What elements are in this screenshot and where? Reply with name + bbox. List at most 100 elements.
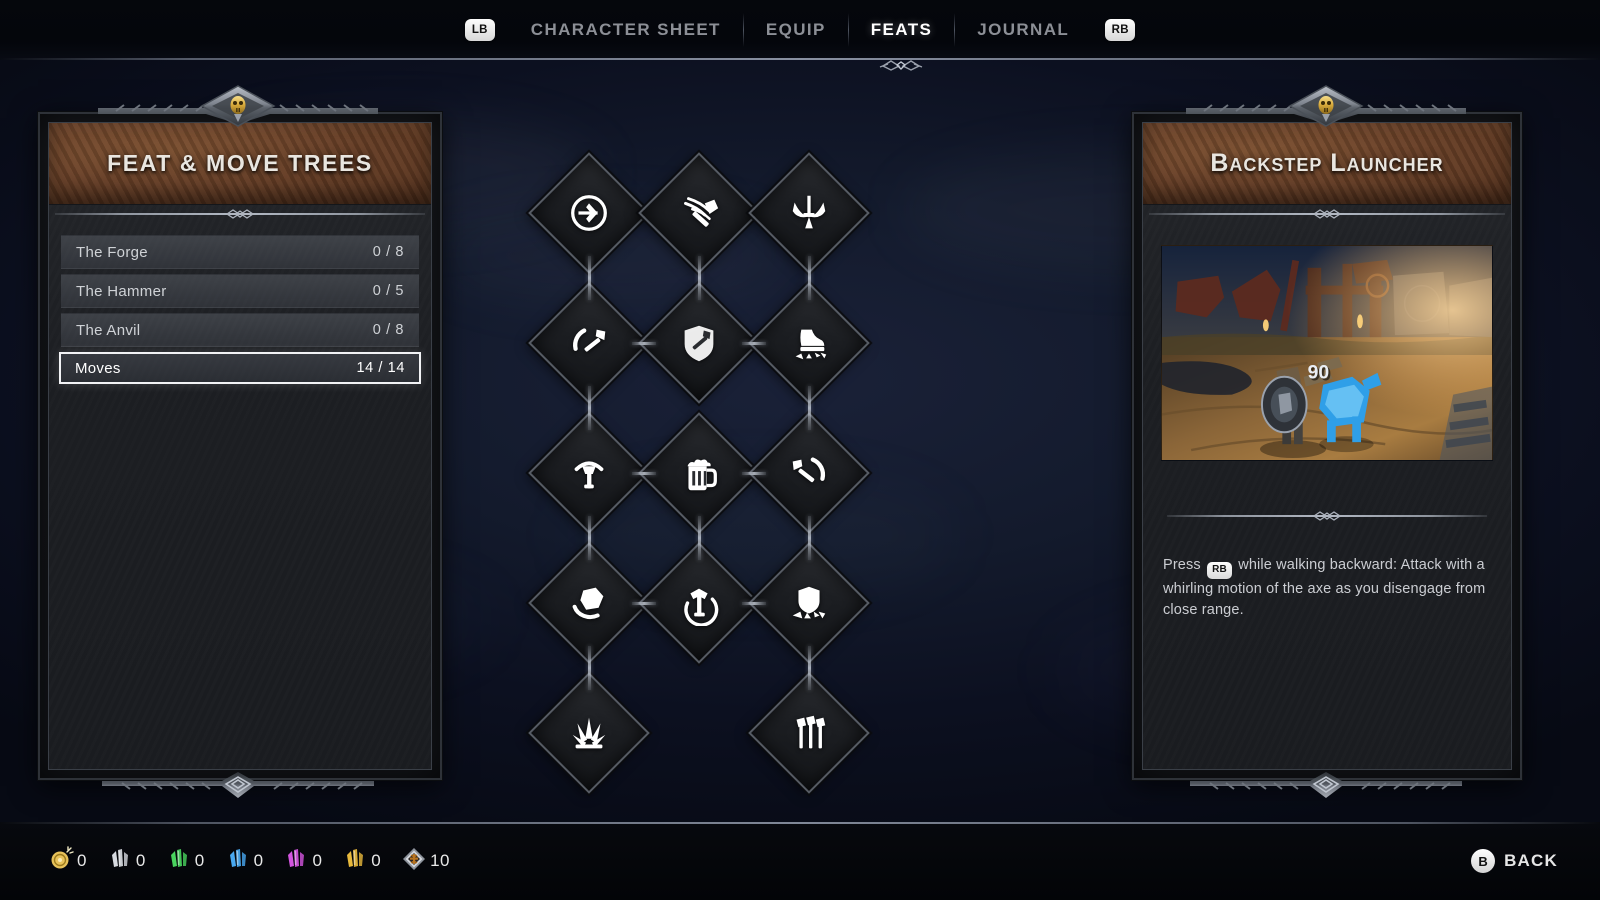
skill-tree-link [742,471,766,475]
row-label: The Hammer [76,282,167,300]
skill-tree-canvas [460,60,1120,840]
detail-body-divider [1161,509,1493,523]
tab-feats-label: FEATS [870,20,933,39]
gold-coin-icon [48,845,74,877]
crescent-axe-icon [548,302,630,384]
currency-amount: 0 [253,851,264,870]
feat-tree-list-panel: FEAT & MOVE TREES The Forge 0 / 8 The Hamm… [38,112,442,780]
left-bumper-icon[interactable]: LB [464,19,495,41]
b-button-icon: B [1471,849,1496,873]
blue-gem-icon [225,846,251,877]
feat-description: Press RB while walking backward: Attack … [1161,553,1493,621]
currency-amount: 0 [312,851,323,870]
currency-amount: 0 [371,851,382,870]
currency-yellow-gem: 0 [342,846,381,877]
boulder-throw-icon [548,562,630,644]
skill-node-thrown-axes[interactable] [748,672,870,794]
feat-detail-panel: Backstep Launcher 90 90 Press RB while w… [1132,112,1522,780]
row-label: The Forge [76,243,148,261]
feat-detail-title: Backstep Launcher [1210,149,1444,177]
skill-tree-link [742,601,766,605]
right-panel-header: Backstep Launcher [1143,123,1511,205]
scythe-axe-icon [548,432,630,514]
knot-ornament-icon [1310,207,1344,221]
bottom-status-bar: 0 0 0 0 0 0 10 B BACK [0,822,1600,900]
skill-tree-link [697,516,701,560]
skill-tree-link [807,646,811,690]
swing-axe-icon [768,432,850,514]
horned-blade-icon [768,172,850,254]
shield-bash-icon [768,562,850,644]
right-bumper-inline-icon: RB [1207,561,1233,579]
feat-tree-list: The Forge 0 / 8 The Hammer 0 / 5 The Anvil 0 … [59,235,421,384]
skill-tree-link [742,341,766,345]
skill-tree-link [587,386,591,430]
ground-burst-icon [548,692,630,774]
feat-tree-row-moves[interactable]: Moves 14 / 14 [59,352,421,384]
yellow-gem-icon [342,846,368,877]
currency-amount: 10 [430,851,450,870]
preview-damage-number: 90 [1308,362,1330,384]
skill-tree-link [587,646,591,690]
axe-slash-icon [658,172,740,254]
row-progress: 0 / 8 [372,244,404,260]
feat-preview-image: 90 90 [1161,245,1493,461]
currency-gold-coin: 0 [48,845,87,877]
feat-tree-row-the-hammer[interactable]: The Hammer 0 / 5 [61,274,419,308]
back-button[interactable]: B BACK [1471,849,1558,873]
currency-amount: 0 [194,851,205,870]
beer-mug-icon [658,432,740,514]
skill-tree-link [807,256,811,300]
purple-gem-icon [283,846,309,877]
feat-tree-row-the-anvil[interactable]: The Anvil 0 / 8 [61,313,419,347]
shield-axe-icon [658,302,740,384]
currency-green-gem: 0 [166,846,205,877]
feat-point-icon [401,846,427,877]
currency-amount: 0 [135,851,146,870]
row-label: The Anvil [76,321,141,339]
page-title: FEAT & MOVE TREES [107,150,373,176]
skill-tree-link [632,471,656,475]
currency-tray: 0 0 0 0 0 0 10 [48,845,470,877]
knot-ornament-icon [1310,509,1344,523]
tab-journal[interactable]: JOURNAL [955,11,1091,49]
tab-feats[interactable]: FEATS [849,11,954,71]
row-label: Moves [75,359,121,377]
feat-tree-list-body: The Forge 0 / 8 The Hammer 0 / 5 The Anvil 0 … [49,221,431,769]
feat-tree-row-the-forge[interactable]: The Forge 0 / 8 [61,235,419,269]
row-progress: 14 / 14 [356,360,405,376]
skill-tree-link [587,516,591,560]
currency-white-gem: 0 [107,846,146,877]
description-prefix: Press [1163,557,1201,573]
skill-tree-link [632,601,656,605]
skill-tree-link [587,256,591,300]
skill-tree-link [632,341,656,345]
row-progress: 0 / 8 [372,322,404,338]
white-gem-icon [107,846,133,877]
thrown-axes-icon [768,692,850,774]
skill-node-ground-burst[interactable] [528,672,650,794]
currency-amount: 0 [77,851,87,870]
detail-header-divider [1143,207,1511,221]
skill-tree-link [807,386,811,430]
right-bumper-icon[interactable]: RB [1105,19,1136,41]
skill-tree-link [807,516,811,560]
top-navigation-bar: LB CHARACTER SHEET EQUIP FEATS JOURNAL R… [0,0,1600,71]
knot-ornament-icon [223,207,257,221]
active-tab-knot-icon [878,57,924,73]
boot-stomp-icon [768,302,850,384]
header-divider [49,207,431,221]
feats-screen: LB CHARACTER SHEET EQUIP FEATS JOURNAL R… [0,0,1600,900]
currency-blue-gem: 0 [225,846,264,877]
row-progress: 0 / 5 [372,283,404,299]
back-button-label: BACK [1504,851,1558,870]
green-gem-icon [166,846,192,877]
currency-purple-gem: 0 [283,846,322,877]
feat-detail-body: 90 90 Press RB while walking backward: A… [1143,221,1511,769]
left-panel-header: FEAT & MOVE TREES [49,123,431,205]
skill-tree-link [697,256,701,300]
currency-feat-point: 10 [401,846,450,877]
tab-character-sheet[interactable]: CHARACTER SHEET [509,11,743,49]
tab-equip[interactable]: EQUIP [744,11,848,49]
axe-circle-icon [548,172,630,254]
